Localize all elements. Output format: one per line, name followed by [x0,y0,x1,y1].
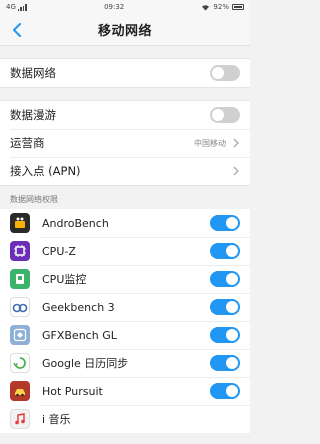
apn-label: 接入点 (APN) [10,164,81,178]
app-row: AndroBench [0,209,250,237]
roaming-toggle[interactable] [210,107,240,123]
app-name: i 音乐 [42,413,71,426]
geekbench-icon [10,297,30,317]
signal-icon [17,3,27,11]
app-name: CPU监控 [42,273,87,286]
status-bar: 4G 09:32 92% [0,0,250,14]
mobile-data-group: 数据网络 [0,58,250,88]
app-network-toggle[interactable] [210,243,240,259]
google-calendar-sync-icon [10,353,30,373]
app-name: Google 日历同步 [42,357,129,370]
status-left: 4G [6,3,27,11]
app-row: GFXBench GL [0,321,250,349]
app-name: Geekbench 3 [42,300,115,314]
app-name: GFXBench GL [42,328,117,342]
clock: 09:32 [104,3,125,11]
carrier-row[interactable]: 运营商 中国移动 [0,129,250,157]
nav-bar: 移动网络 [0,14,250,46]
app-permission-list: AndroBench CPU-Z CPU监控 Geekbench 3 GFXBe… [0,209,250,433]
battery-icon [231,4,244,10]
roaming-group: 数据漫游 运营商 中国移动 接入点 (APN) [0,100,250,186]
androbench-icon [10,213,30,233]
mobile-data-row: 数据网络 [0,59,250,87]
battery-percent: 92% [213,3,229,11]
chevron-left-icon [13,23,21,37]
roaming-label: 数据漫游 [10,108,56,122]
network-type: 4G [6,3,16,11]
permissions-header: 数据网络权限 [10,195,58,204]
page-title: 移动网络 [97,24,152,39]
mobile-data-toggle[interactable] [210,65,240,81]
chevron-right-icon [232,138,240,148]
app-row: Hot Pursuit [0,377,250,405]
wifi-icon [202,4,210,11]
app-row: i 音乐 [0,405,250,433]
app-row: Google 日历同步 [0,349,250,377]
app-network-toggle[interactable] [210,327,240,343]
app-name: CPU-Z [42,244,76,258]
app-name: AndroBench [42,216,109,230]
roaming-row: 数据漫游 [0,101,250,129]
app-network-toggle[interactable] [210,215,240,231]
app-network-toggle[interactable] [210,271,240,287]
app-network-toggle[interactable] [210,355,240,371]
carrier-value: 中国移动 [194,138,226,148]
mobile-data-label: 数据网络 [10,66,56,80]
app-row: CPU-Z [0,237,250,265]
hot-pursuit-icon [10,381,30,401]
gfxbench-icon [10,325,30,345]
i-music-icon [10,409,30,429]
cpu-z-icon [10,241,30,261]
chevron-right-icon [232,166,240,176]
status-right: 92% [201,3,244,11]
app-network-toggle[interactable] [210,299,240,315]
back-button[interactable] [6,19,28,41]
cpu-monitor-icon [10,269,30,289]
app-name: Hot Pursuit [42,384,103,398]
apn-row[interactable]: 接入点 (APN) [0,157,250,185]
carrier-label: 运营商 [10,136,45,150]
app-row: Geekbench 3 [0,293,250,321]
app-network-toggle[interactable] [210,383,240,399]
app-row: CPU监控 [0,265,250,293]
